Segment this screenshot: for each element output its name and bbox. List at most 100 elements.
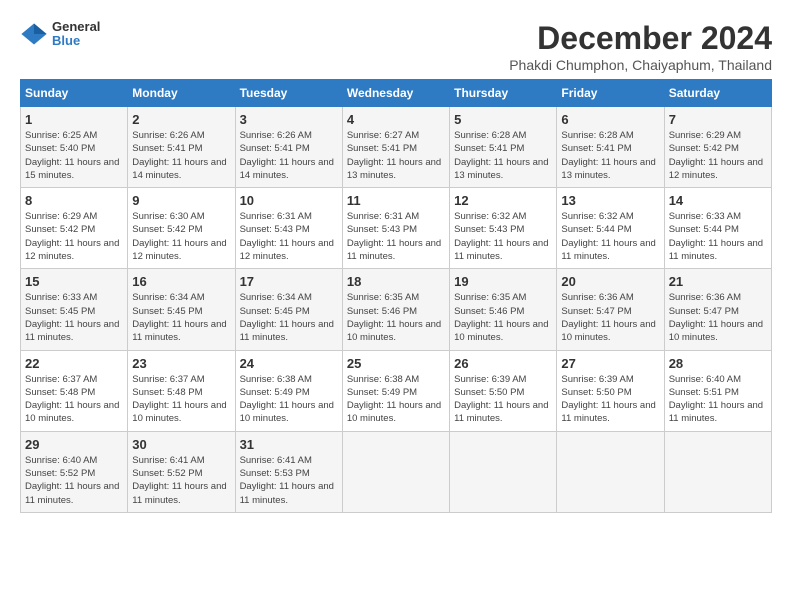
calendar-cell: 29 Sunrise: 6:40 AMSunset: 5:52 PMDaylig… xyxy=(21,431,128,512)
day-number: 30 xyxy=(132,437,230,452)
calendar-cell: 4 Sunrise: 6:27 AMSunset: 5:41 PMDayligh… xyxy=(342,107,449,188)
calendar-cell: 24 Sunrise: 6:38 AMSunset: 5:49 PMDaylig… xyxy=(235,350,342,431)
calendar-week-row: 15 Sunrise: 6:33 AMSunset: 5:45 PMDaylig… xyxy=(21,269,772,350)
calendar-cell: 5 Sunrise: 6:28 AMSunset: 5:41 PMDayligh… xyxy=(450,107,557,188)
weekday-header-tuesday: Tuesday xyxy=(235,80,342,107)
calendar-cell: 16 Sunrise: 6:34 AMSunset: 5:45 PMDaylig… xyxy=(128,269,235,350)
day-info: Sunrise: 6:30 AMSunset: 5:42 PMDaylight:… xyxy=(132,210,230,263)
calendar-cell: 6 Sunrise: 6:28 AMSunset: 5:41 PMDayligh… xyxy=(557,107,664,188)
calendar-cell: 11 Sunrise: 6:31 AMSunset: 5:43 PMDaylig… xyxy=(342,188,449,269)
calendar-cell: 31 Sunrise: 6:41 AMSunset: 5:53 PMDaylig… xyxy=(235,431,342,512)
weekday-header-wednesday: Wednesday xyxy=(342,80,449,107)
calendar-cell: 22 Sunrise: 6:37 AMSunset: 5:48 PMDaylig… xyxy=(21,350,128,431)
day-info: Sunrise: 6:38 AMSunset: 5:49 PMDaylight:… xyxy=(347,373,445,426)
calendar-cell xyxy=(557,431,664,512)
day-number: 6 xyxy=(561,112,659,127)
location-subtitle: Phakdi Chumphon, Chaiyaphum, Thailand xyxy=(509,57,772,73)
day-info: Sunrise: 6:39 AMSunset: 5:50 PMDaylight:… xyxy=(561,373,659,426)
calendar-cell: 23 Sunrise: 6:37 AMSunset: 5:48 PMDaylig… xyxy=(128,350,235,431)
day-info: Sunrise: 6:36 AMSunset: 5:47 PMDaylight:… xyxy=(669,291,767,344)
calendar-cell: 25 Sunrise: 6:38 AMSunset: 5:49 PMDaylig… xyxy=(342,350,449,431)
weekday-header-sunday: Sunday xyxy=(21,80,128,107)
day-number: 5 xyxy=(454,112,552,127)
month-title: December 2024 xyxy=(509,20,772,57)
calendar-cell: 17 Sunrise: 6:34 AMSunset: 5:45 PMDaylig… xyxy=(235,269,342,350)
day-number: 2 xyxy=(132,112,230,127)
calendar-cell: 9 Sunrise: 6:30 AMSunset: 5:42 PMDayligh… xyxy=(128,188,235,269)
day-number: 31 xyxy=(240,437,338,452)
day-info: Sunrise: 6:35 AMSunset: 5:46 PMDaylight:… xyxy=(454,291,552,344)
day-number: 13 xyxy=(561,193,659,208)
day-number: 1 xyxy=(25,112,123,127)
day-number: 19 xyxy=(454,274,552,289)
day-number: 15 xyxy=(25,274,123,289)
calendar-cell: 7 Sunrise: 6:29 AMSunset: 5:42 PMDayligh… xyxy=(664,107,771,188)
day-info: Sunrise: 6:29 AMSunset: 5:42 PMDaylight:… xyxy=(669,129,767,182)
day-number: 18 xyxy=(347,274,445,289)
calendar-cell: 30 Sunrise: 6:41 AMSunset: 5:52 PMDaylig… xyxy=(128,431,235,512)
calendar-cell: 3 Sunrise: 6:26 AMSunset: 5:41 PMDayligh… xyxy=(235,107,342,188)
day-info: Sunrise: 6:39 AMSunset: 5:50 PMDaylight:… xyxy=(454,373,552,426)
day-number: 24 xyxy=(240,356,338,371)
day-info: Sunrise: 6:33 AMSunset: 5:45 PMDaylight:… xyxy=(25,291,123,344)
calendar-cell: 19 Sunrise: 6:35 AMSunset: 5:46 PMDaylig… xyxy=(450,269,557,350)
day-number: 29 xyxy=(25,437,123,452)
title-area: December 2024 Phakdi Chumphon, Chaiyaphu… xyxy=(509,20,772,73)
calendar-cell: 13 Sunrise: 6:32 AMSunset: 5:44 PMDaylig… xyxy=(557,188,664,269)
day-info: Sunrise: 6:36 AMSunset: 5:47 PMDaylight:… xyxy=(561,291,659,344)
day-number: 9 xyxy=(132,193,230,208)
logo-blue-text: Blue xyxy=(52,34,100,48)
weekday-header-saturday: Saturday xyxy=(664,80,771,107)
day-number: 26 xyxy=(454,356,552,371)
day-info: Sunrise: 6:41 AMSunset: 5:53 PMDaylight:… xyxy=(240,454,338,507)
day-info: Sunrise: 6:37 AMSunset: 5:48 PMDaylight:… xyxy=(132,373,230,426)
calendar-table: SundayMondayTuesdayWednesdayThursdayFrid… xyxy=(20,79,772,513)
day-number: 20 xyxy=(561,274,659,289)
calendar-cell: 2 Sunrise: 6:26 AMSunset: 5:41 PMDayligh… xyxy=(128,107,235,188)
day-number: 8 xyxy=(25,193,123,208)
day-number: 22 xyxy=(25,356,123,371)
calendar-cell: 26 Sunrise: 6:39 AMSunset: 5:50 PMDaylig… xyxy=(450,350,557,431)
day-number: 12 xyxy=(454,193,552,208)
day-number: 14 xyxy=(669,193,767,208)
calendar-week-row: 8 Sunrise: 6:29 AMSunset: 5:42 PMDayligh… xyxy=(21,188,772,269)
day-info: Sunrise: 6:37 AMSunset: 5:48 PMDaylight:… xyxy=(25,373,123,426)
day-info: Sunrise: 6:25 AMSunset: 5:40 PMDaylight:… xyxy=(25,129,123,182)
day-number: 23 xyxy=(132,356,230,371)
calendar-week-row: 1 Sunrise: 6:25 AMSunset: 5:40 PMDayligh… xyxy=(21,107,772,188)
logo: General Blue xyxy=(20,20,100,49)
calendar-cell: 1 Sunrise: 6:25 AMSunset: 5:40 PMDayligh… xyxy=(21,107,128,188)
weekday-header-friday: Friday xyxy=(557,80,664,107)
day-info: Sunrise: 6:31 AMSunset: 5:43 PMDaylight:… xyxy=(347,210,445,263)
calendar-cell: 18 Sunrise: 6:35 AMSunset: 5:46 PMDaylig… xyxy=(342,269,449,350)
day-info: Sunrise: 6:34 AMSunset: 5:45 PMDaylight:… xyxy=(240,291,338,344)
day-info: Sunrise: 6:26 AMSunset: 5:41 PMDaylight:… xyxy=(132,129,230,182)
calendar-cell: 20 Sunrise: 6:36 AMSunset: 5:47 PMDaylig… xyxy=(557,269,664,350)
calendar-cell xyxy=(450,431,557,512)
day-info: Sunrise: 6:27 AMSunset: 5:41 PMDaylight:… xyxy=(347,129,445,182)
calendar-week-row: 22 Sunrise: 6:37 AMSunset: 5:48 PMDaylig… xyxy=(21,350,772,431)
day-number: 25 xyxy=(347,356,445,371)
day-info: Sunrise: 6:34 AMSunset: 5:45 PMDaylight:… xyxy=(132,291,230,344)
day-number: 11 xyxy=(347,193,445,208)
weekday-header-monday: Monday xyxy=(128,80,235,107)
logo-icon xyxy=(20,20,48,48)
calendar-cell: 21 Sunrise: 6:36 AMSunset: 5:47 PMDaylig… xyxy=(664,269,771,350)
weekday-header-row: SundayMondayTuesdayWednesdayThursdayFrid… xyxy=(21,80,772,107)
day-info: Sunrise: 6:26 AMSunset: 5:41 PMDaylight:… xyxy=(240,129,338,182)
calendar-cell: 10 Sunrise: 6:31 AMSunset: 5:43 PMDaylig… xyxy=(235,188,342,269)
calendar-cell: 14 Sunrise: 6:33 AMSunset: 5:44 PMDaylig… xyxy=(664,188,771,269)
header: General Blue December 2024 Phakdi Chumph… xyxy=(20,20,772,73)
day-number: 3 xyxy=(240,112,338,127)
day-number: 28 xyxy=(669,356,767,371)
calendar-cell xyxy=(342,431,449,512)
day-number: 21 xyxy=(669,274,767,289)
day-info: Sunrise: 6:40 AMSunset: 5:52 PMDaylight:… xyxy=(25,454,123,507)
logo-general-text: General xyxy=(52,20,100,34)
day-info: Sunrise: 6:32 AMSunset: 5:44 PMDaylight:… xyxy=(561,210,659,263)
calendar-cell xyxy=(664,431,771,512)
calendar-cell: 27 Sunrise: 6:39 AMSunset: 5:50 PMDaylig… xyxy=(557,350,664,431)
calendar-week-row: 29 Sunrise: 6:40 AMSunset: 5:52 PMDaylig… xyxy=(21,431,772,512)
day-info: Sunrise: 6:35 AMSunset: 5:46 PMDaylight:… xyxy=(347,291,445,344)
day-number: 4 xyxy=(347,112,445,127)
